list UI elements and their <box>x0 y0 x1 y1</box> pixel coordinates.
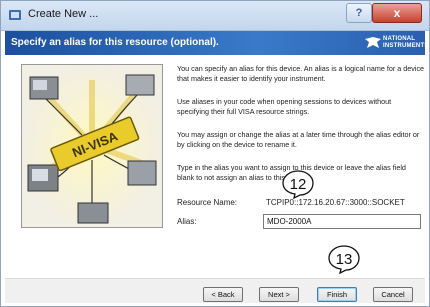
callout-12: 12 <box>282 170 314 199</box>
callout-13: 13 <box>328 245 360 274</box>
cancel-button[interactable]: Cancel <box>373 287 413 302</box>
back-button[interactable]: < Back <box>203 287 243 302</box>
finish-button[interactable]: Finish <box>317 287 357 302</box>
window-title: Create New ... <box>28 8 99 20</box>
ni-logo: NATIONAL INSTRUMENTS <box>365 34 428 52</box>
alias-input[interactable] <box>263 214 421 229</box>
title-bar: Create New ... ? x <box>0 0 430 31</box>
resource-name-value: TCPIP0::172.16.20.67::3000::SOCKET <box>266 198 405 207</box>
instruments-graphic: NI-VISA <box>22 65 162 227</box>
description-para-3: You may assign or change the alias at a … <box>177 130 420 149</box>
close-button[interactable]: x <box>372 3 422 23</box>
app-icon <box>9 10 21 20</box>
alias-label: Alias: <box>177 217 197 226</box>
description-para-2: Use aliases in your code when opening se… <box>177 97 392 116</box>
next-button[interactable]: Next > <box>259 287 299 302</box>
wizard-footer: < Back Next > Finish Cancel <box>5 278 425 303</box>
visa-illustration: NI-VISA <box>21 64 163 228</box>
svg-text:12: 12 <box>290 176 307 193</box>
header-title: Specify an alias for this resource (opti… <box>11 37 219 48</box>
wizard-content: NI-VISA You can specify an alias for thi… <box>5 56 425 277</box>
help-button[interactable]: ? <box>346 3 372 23</box>
svg-text:13: 13 <box>336 251 353 268</box>
wizard-header: Specify an alias for this resource (opti… <box>5 31 428 55</box>
eagle-icon <box>365 37 381 48</box>
description-para-1: You can specify an alias for this device… <box>177 64 425 83</box>
resource-name-label: Resource Name: <box>177 198 238 207</box>
